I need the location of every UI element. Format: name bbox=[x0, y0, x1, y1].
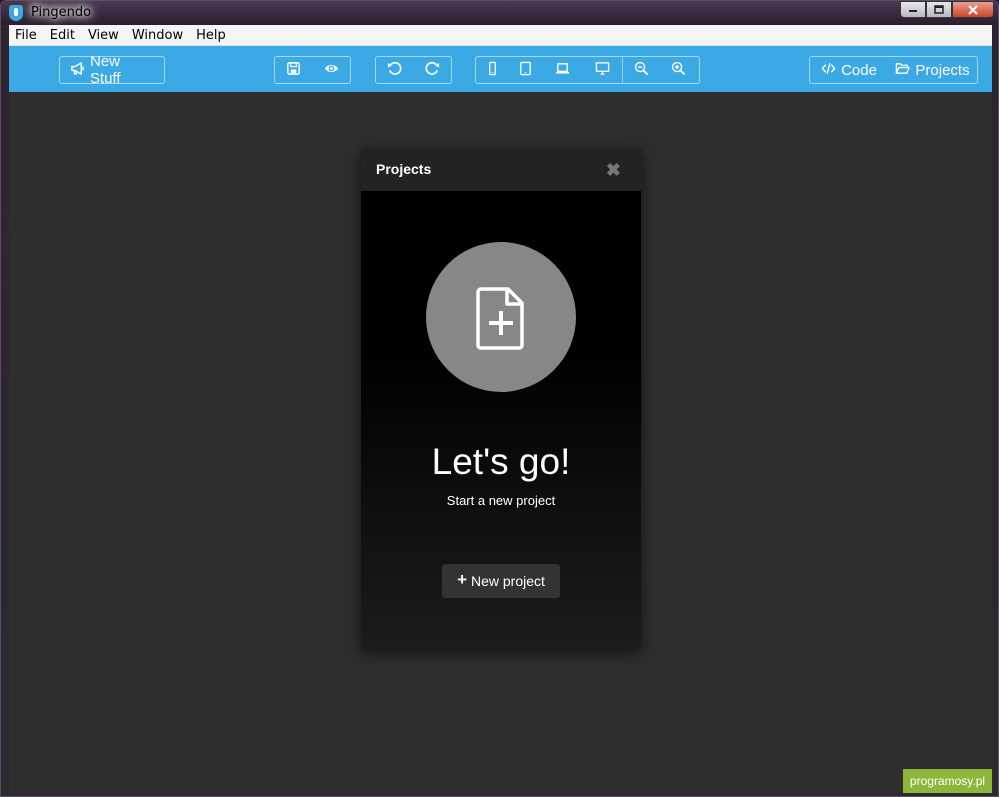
zoom-in-icon bbox=[671, 61, 686, 80]
new-stuff-button[interactable]: New Stuff bbox=[60, 53, 164, 87]
projects-label: Projects bbox=[915, 61, 970, 79]
code-icon bbox=[821, 61, 836, 80]
close-icon[interactable]: ✖ bbox=[606, 160, 621, 181]
app-window: Pingendo File Edit View Window Help New … bbox=[0, 0, 999, 797]
history-group bbox=[375, 56, 452, 84]
menu-help[interactable]: Help bbox=[196, 28, 226, 43]
redo-icon bbox=[425, 61, 440, 80]
minimize-button[interactable] bbox=[900, 1, 926, 18]
new-stuff-group: New Stuff bbox=[59, 53, 165, 87]
redo-button[interactable] bbox=[414, 57, 452, 83]
megaphone-icon bbox=[70, 61, 85, 80]
zoom-in-button[interactable] bbox=[660, 57, 697, 83]
mobile-icon bbox=[485, 61, 500, 80]
plus-icon: + bbox=[457, 570, 467, 589]
window-title: Pingendo bbox=[31, 5, 92, 20]
workspace-canvas: Projects ✖ Let's go! Start a new project… bbox=[9, 92, 992, 792]
menu-view[interactable]: View bbox=[88, 28, 119, 43]
title-bar[interactable]: Pingendo bbox=[1, 1, 998, 25]
projects-button[interactable]: Projects bbox=[888, 57, 977, 83]
preview-button[interactable] bbox=[313, 57, 351, 83]
save-button[interactable] bbox=[275, 57, 313, 83]
new-project-label: New project bbox=[471, 573, 545, 589]
window-controls bbox=[900, 1, 994, 19]
file-plus-icon bbox=[476, 287, 524, 350]
modal-title: Projects bbox=[376, 161, 432, 177]
welcome-subtext: Start a new project bbox=[446, 493, 556, 508]
close-window-button[interactable] bbox=[952, 1, 994, 18]
viewport-group bbox=[475, 56, 700, 84]
pingendo-logo-icon bbox=[9, 5, 23, 21]
code-label: Code bbox=[841, 61, 877, 79]
menu-file[interactable]: File bbox=[15, 28, 37, 43]
zoom-out-icon bbox=[634, 61, 649, 80]
zoom-out-button[interactable] bbox=[623, 57, 660, 83]
save-icon bbox=[286, 61, 301, 80]
undo-button[interactable] bbox=[376, 57, 414, 83]
folder-open-icon bbox=[895, 61, 911, 80]
undo-icon bbox=[387, 61, 402, 80]
laptop-view-button[interactable] bbox=[542, 57, 582, 83]
toolbar: New Stuff Code Projects bbox=[9, 46, 992, 92]
code-button[interactable]: Code bbox=[810, 57, 888, 83]
projects-modal: Projects ✖ Let's go! Start a new project… bbox=[361, 148, 641, 649]
eye-icon bbox=[324, 61, 339, 80]
modal-header: Projects ✖ bbox=[361, 148, 641, 191]
desktop-view-button[interactable] bbox=[582, 57, 622, 83]
new-stuff-label: New Stuff bbox=[90, 53, 121, 87]
file-actions-group bbox=[274, 56, 351, 84]
desktop-icon bbox=[595, 61, 610, 80]
laptop-icon bbox=[555, 61, 570, 80]
new-file-illustration bbox=[426, 242, 576, 392]
tablet-view-button[interactable] bbox=[509, 57, 542, 83]
tablet-icon bbox=[518, 61, 533, 80]
menu-window[interactable]: Window bbox=[132, 28, 183, 43]
welcome-heading: Let's go! bbox=[431, 441, 571, 482]
new-project-button[interactable]: + New project bbox=[442, 564, 560, 598]
phone-view-button[interactable] bbox=[476, 57, 509, 83]
panel-group: Code Projects bbox=[809, 56, 978, 84]
modal-body: Let's go! Start a new project + New proj… bbox=[361, 191, 641, 649]
menu-edit[interactable]: Edit bbox=[50, 28, 75, 43]
maximize-button[interactable] bbox=[926, 1, 952, 18]
menu-bar: File Edit View Window Help bbox=[9, 25, 992, 46]
watermark: programosy.pl bbox=[903, 769, 992, 793]
